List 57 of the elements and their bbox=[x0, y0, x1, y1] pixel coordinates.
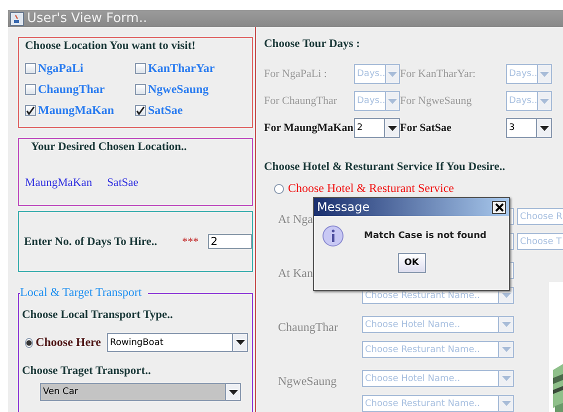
caret-icon bbox=[388, 126, 396, 130]
caret-icon bbox=[236, 340, 244, 345]
chosen-location: SatSae bbox=[107, 177, 138, 189]
caret-icon bbox=[502, 376, 510, 381]
caret-icon bbox=[502, 401, 510, 406]
section-label: Choose Local Transport Type.. bbox=[22, 309, 174, 321]
location-checkbox[interactable]: NgweSaung bbox=[135, 82, 246, 97]
section-title: Choose Tour Days : bbox=[264, 38, 361, 50]
chosen-location: MaungMaKan bbox=[25, 177, 92, 189]
caret-icon bbox=[388, 72, 398, 76]
location-checkbox[interactable]: ChaungThar bbox=[25, 82, 135, 97]
days-input[interactable]: 2 bbox=[208, 234, 252, 249]
location-checkbox[interactable]: NgaPaLi bbox=[25, 61, 135, 76]
days-label: Enter No. of Days To Hire.. bbox=[24, 236, 158, 248]
checkmark-icon bbox=[26, 106, 35, 115]
service-dropdown[interactable]: Choose T bbox=[517, 233, 563, 250]
location-checkbox[interactable]: KanTharYar bbox=[135, 61, 246, 76]
caret-icon bbox=[540, 126, 548, 130]
location-checkbox[interactable]: SatSae bbox=[135, 103, 246, 118]
tour-day-label: For ChaungThar bbox=[264, 95, 338, 107]
caret-icon bbox=[540, 72, 550, 76]
required-mark: *** bbox=[182, 236, 199, 248]
place-label: At Nga bbox=[278, 212, 313, 226]
place-label: ChaungThar bbox=[278, 320, 338, 334]
panel-title: Your Desired Chosen Location.. bbox=[30, 141, 188, 153]
target-dropdown[interactable]: Ven Car bbox=[40, 383, 241, 401]
days-dropdown[interactable]: 3 bbox=[506, 118, 552, 138]
tour-day-label: For SatSae bbox=[400, 122, 452, 134]
transport-radio[interactable]: Choose Here bbox=[25, 335, 101, 350]
panel-title: Choose Location You want to visit! bbox=[25, 40, 196, 52]
panel-legend: Local & Target Transport bbox=[20, 285, 148, 300]
service-dropdown[interactable]: Choose R bbox=[517, 208, 563, 225]
days-dropdown[interactable]: 2 bbox=[354, 118, 400, 138]
info-icon bbox=[322, 225, 344, 247]
place-label: At Kan bbox=[278, 266, 313, 280]
tour-day-label: For MaungMaKan bbox=[264, 122, 354, 134]
section-title: Choose Hotel & Resturant Service If You Desire.. bbox=[264, 161, 506, 173]
tour-day-label: For NgaPaLi : bbox=[264, 68, 328, 80]
dialog-title: Message bbox=[317, 200, 370, 214]
caret-icon bbox=[502, 322, 510, 327]
tour-day-label: For NgweSaung bbox=[400, 95, 473, 107]
close-button[interactable] bbox=[492, 200, 506, 214]
caret-icon bbox=[502, 347, 510, 352]
caret-icon bbox=[228, 390, 238, 394]
checkmark-icon bbox=[136, 106, 145, 115]
service-radio[interactable]: Choose Hotel & Resturant Service bbox=[274, 181, 563, 196]
location-checkbox[interactable]: MaungMaKan bbox=[25, 103, 135, 118]
ok-button[interactable]: OK bbox=[398, 253, 426, 273]
dialog-message: Match Case is not found bbox=[364, 231, 486, 241]
window-title: User's View Form.. bbox=[27, 11, 148, 26]
transport-dropdown[interactable]: RowingBoat bbox=[107, 333, 248, 352]
caret-icon bbox=[502, 293, 510, 298]
caret-icon bbox=[540, 98, 550, 104]
place-label: NgweSaung bbox=[278, 374, 337, 388]
section-label: Choose Traget Transport.. bbox=[22, 365, 152, 377]
caret-icon bbox=[388, 98, 398, 104]
tour-day-label: For KanTharYar: bbox=[400, 68, 477, 80]
